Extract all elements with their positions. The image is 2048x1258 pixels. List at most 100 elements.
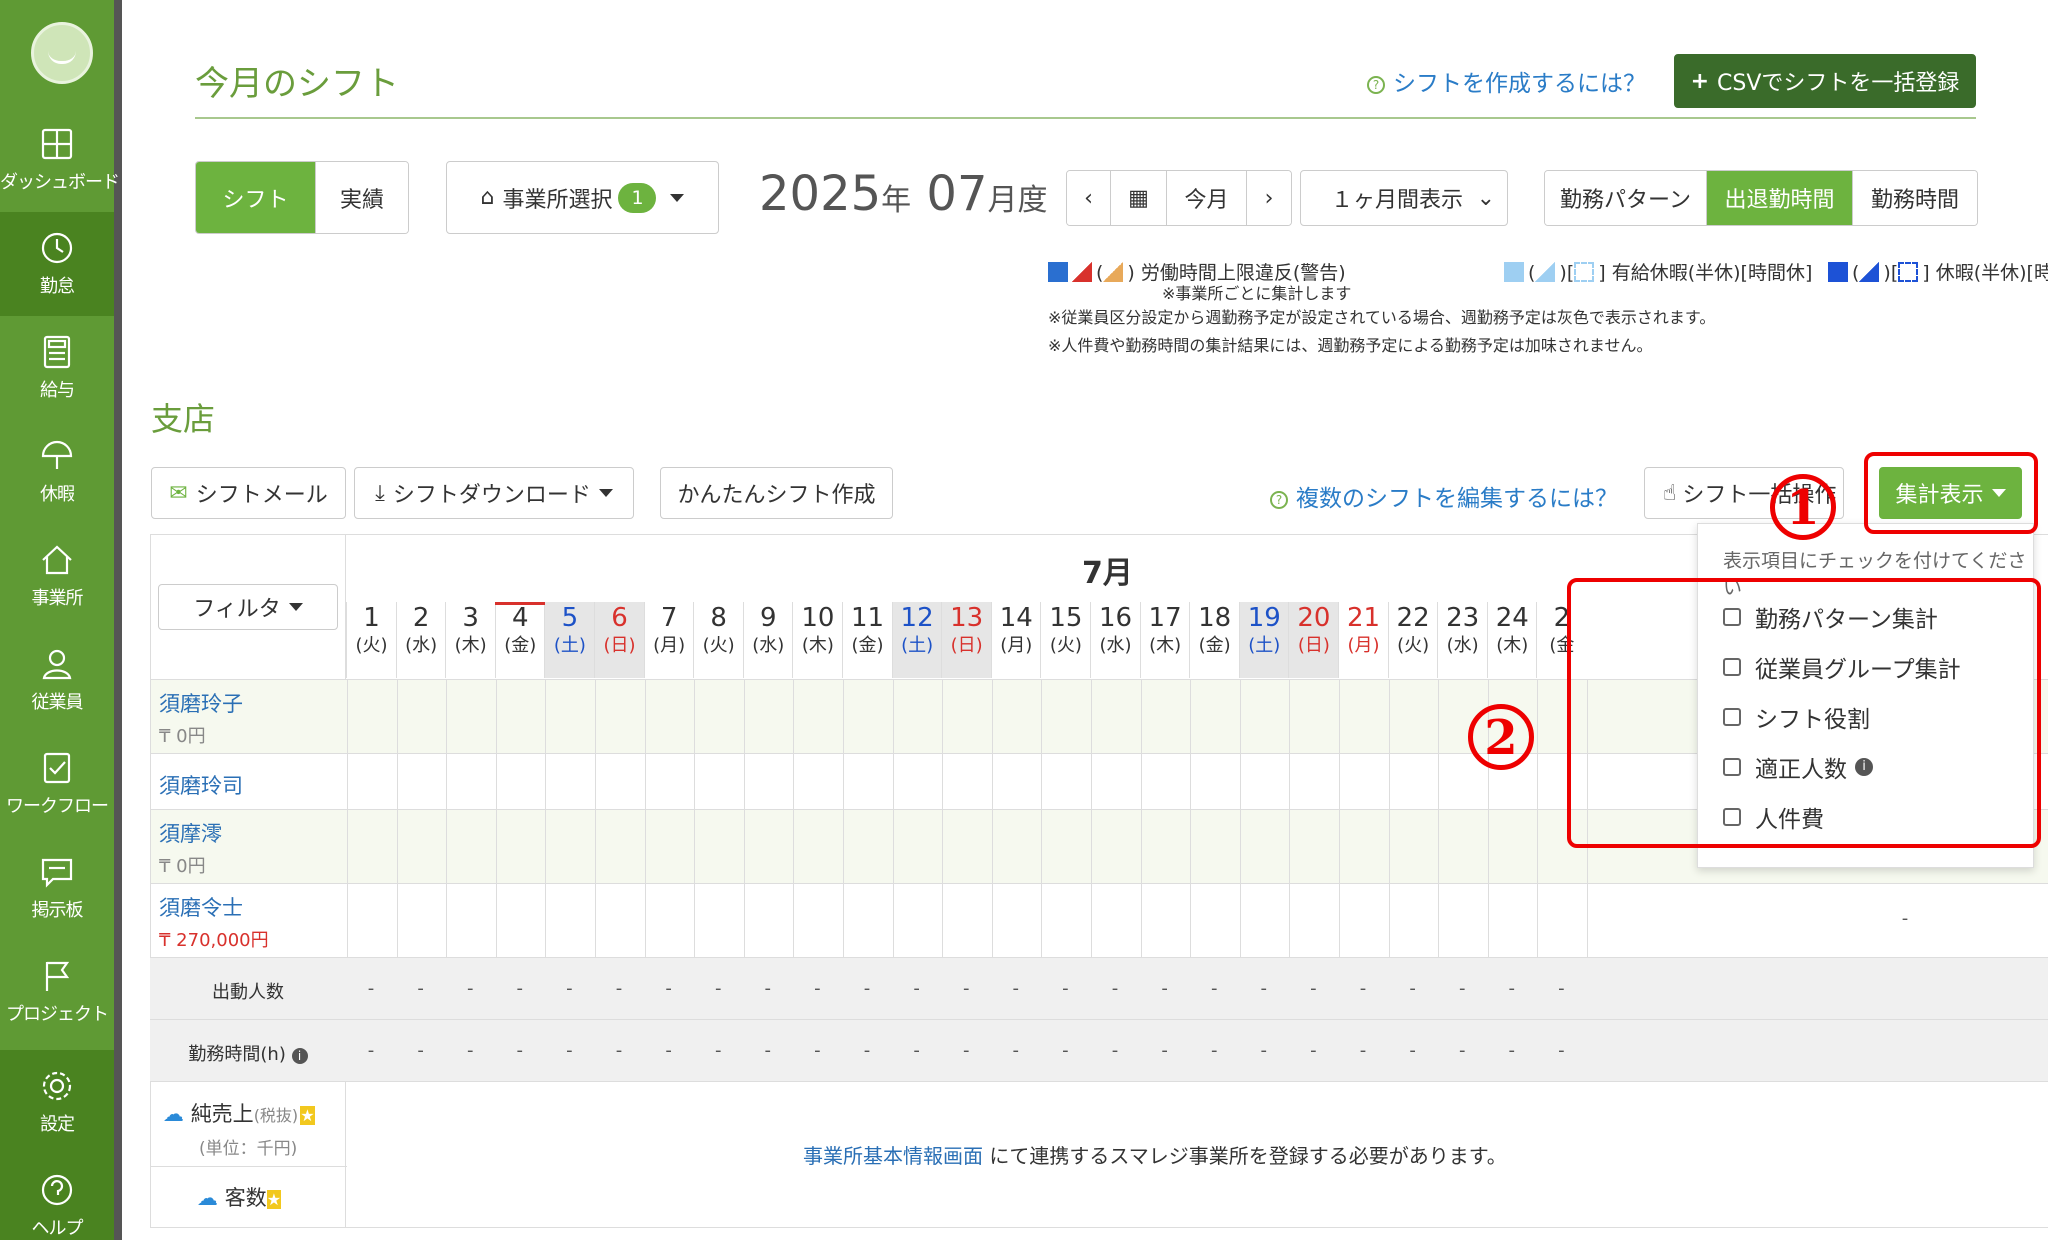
sidebar-item-office[interactable]: 事業所 bbox=[0, 524, 114, 628]
next-month-button[interactable]: › bbox=[1247, 171, 1291, 225]
day-header[interactable]: 22 (火) bbox=[1387, 602, 1438, 678]
info-icon[interactable]: i bbox=[291, 1048, 308, 1064]
csv-import-button[interactable]: + CSVでシフトを一括登録 bbox=[1674, 54, 1976, 108]
easy-shift-button[interactable]: かんたんシフト作成 bbox=[660, 467, 893, 519]
view-pattern-button[interactable]: 勤務パターン bbox=[1545, 171, 1707, 225]
day-header[interactable]: 9 (水) bbox=[742, 602, 793, 678]
day-header[interactable]: 1 (火) bbox=[346, 602, 396, 678]
this-month-button[interactable]: 今月 bbox=[1167, 171, 1247, 225]
cell-divider bbox=[694, 810, 696, 884]
day-weekday: (日) bbox=[603, 635, 636, 656]
tab-shift[interactable]: シフト bbox=[196, 162, 316, 233]
shift-actual-toggle: シフト 実績 bbox=[195, 161, 409, 234]
calendar-button[interactable]: ▦ bbox=[1111, 171, 1167, 225]
sidebar-item-project[interactable]: プロジェクト bbox=[0, 940, 114, 1044]
cell-divider bbox=[1091, 754, 1092, 810]
question-icon: ? bbox=[1270, 491, 1288, 509]
day-header[interactable]: 16 (水) bbox=[1090, 602, 1140, 678]
month-navigation: ‹ ▦ 今月 › bbox=[1066, 170, 1292, 226]
csv-button-label: CSVでシフトを一括登録 bbox=[1717, 71, 1960, 96]
annotation-2-text: 2 bbox=[1468, 704, 1534, 770]
day-header[interactable]: 5 (土) bbox=[544, 602, 595, 678]
view-inout-button[interactable]: 出退勤時間 bbox=[1707, 171, 1853, 225]
cell-divider bbox=[644, 810, 646, 884]
sidebar-item-attendance[interactable]: 勤怠 bbox=[0, 212, 114, 316]
employee-name[interactable]: 須磨令士 bbox=[159, 892, 243, 922]
sidebar-label: 休暇 bbox=[40, 484, 75, 505]
cell-divider bbox=[793, 810, 795, 884]
office-info-link[interactable]: 事業所基本情報画面 bbox=[803, 1144, 983, 1168]
day-header[interactable]: 3 (木) bbox=[445, 602, 495, 678]
warning-triangle-icon bbox=[1072, 262, 1092, 282]
sidebar-item-dashboard[interactable]: ダッシュボード bbox=[0, 108, 120, 212]
sidebar-item-payroll[interactable]: 給与 bbox=[0, 316, 114, 420]
prev-month-button[interactable]: ‹ bbox=[1067, 171, 1111, 225]
employee-name[interactable]: 須磨玲子 bbox=[159, 688, 243, 718]
employee-name[interactable]: 須摩澪 bbox=[159, 818, 222, 848]
legend-leave: ()[] 休暇(半休)[時間休] bbox=[1828, 258, 2048, 285]
day-header[interactable]: 4 (金) bbox=[494, 602, 545, 678]
cell-divider bbox=[1289, 810, 1291, 884]
app-logo[interactable] bbox=[31, 22, 93, 84]
day-header[interactable]: 18 (金) bbox=[1189, 602, 1239, 678]
employee-row[interactable]: 須磨令士 ₸ 270,000円 bbox=[150, 884, 2048, 958]
cell-divider bbox=[1140, 884, 1142, 958]
sidebar-item-employees[interactable]: 従業員 bbox=[0, 628, 114, 732]
summary-value: - bbox=[665, 1040, 672, 1061]
office-select-dropdown[interactable]: ⌂ 事業所選択 1 bbox=[446, 161, 719, 234]
day-number: 3 bbox=[462, 603, 479, 633]
caret-down-icon bbox=[598, 489, 613, 497]
period-select[interactable]: １ヶ月間表示 ⌄ bbox=[1300, 170, 1508, 226]
cell-divider bbox=[793, 754, 795, 810]
day-header[interactable]: 15 (火) bbox=[1040, 602, 1090, 678]
day-header[interactable]: 2 (水) bbox=[395, 602, 446, 678]
day-header[interactable]: 19 (土) bbox=[1238, 602, 1289, 678]
day-header[interactable]: 10 (木) bbox=[792, 602, 842, 678]
day-header[interactable]: 13 (日) bbox=[941, 602, 992, 678]
sidebar-item-workflow[interactable]: ワークフロー bbox=[0, 732, 114, 836]
day-weekday: (日) bbox=[1297, 635, 1330, 656]
day-header[interactable]: 12 (土) bbox=[891, 602, 942, 678]
tab-actual[interactable]: 実績 bbox=[316, 162, 408, 233]
sidebar-label: ダッシュボード bbox=[0, 172, 120, 193]
person-icon bbox=[39, 646, 75, 682]
multi-edit-help-link[interactable]: ? 複数のシフトを編集するには？ bbox=[1270, 479, 1618, 513]
employee-name[interactable]: 須磨玲司 bbox=[159, 770, 243, 800]
summary-value: - bbox=[367, 1040, 375, 1061]
cell-divider bbox=[545, 884, 547, 958]
caret-down-icon bbox=[288, 603, 303, 611]
view-hours-button[interactable]: 勤務時間 bbox=[1853, 171, 1977, 225]
day-header[interactable]: 6 (日) bbox=[594, 602, 644, 678]
legend-item2-label: 有給休暇(半休)[時間休] bbox=[1611, 262, 1813, 284]
day-header[interactable]: 14 (月) bbox=[990, 602, 1041, 678]
create-shift-help-link[interactable]: ? シフトを作成するには？ bbox=[1367, 64, 1646, 98]
month-value: 07 bbox=[926, 166, 988, 222]
cell-divider bbox=[396, 680, 398, 754]
day-number: 24 bbox=[1495, 603, 1529, 633]
summary-value: - bbox=[714, 1040, 722, 1061]
day-header[interactable]: 21 (月) bbox=[1338, 602, 1388, 678]
sidebar-item-settings[interactable]: 設定 bbox=[0, 1050, 114, 1154]
shift-download-button[interactable]: ⤓ シフトダウンロード bbox=[354, 467, 634, 519]
day-header[interactable]: 8 (火) bbox=[693, 602, 743, 678]
day-number: 21 bbox=[1346, 603, 1381, 633]
sidebar-item-help[interactable]: ヘルプ bbox=[0, 1154, 114, 1258]
cell-divider bbox=[1140, 754, 1142, 810]
day-header[interactable]: 17 (木) bbox=[1139, 602, 1190, 678]
view-mode-toggle: 勤務パターン 出退勤時間 勤務時間 bbox=[1544, 170, 1978, 226]
day-header[interactable]: 11 (金) bbox=[842, 602, 892, 678]
day-number: 13 bbox=[950, 603, 984, 633]
cell-divider bbox=[1438, 754, 1440, 810]
filter-button[interactable]: フィルタ bbox=[158, 584, 338, 630]
day-weekday: (金) bbox=[851, 635, 884, 656]
day-header[interactable]: 24 (木) bbox=[1486, 602, 1537, 678]
day-header[interactable]: 7 (月) bbox=[643, 602, 694, 678]
sidebar-item-leave[interactable]: 休暇 bbox=[0, 420, 114, 524]
cell-divider bbox=[396, 754, 398, 810]
sidebar-item-board[interactable]: 掲示板 bbox=[0, 836, 114, 940]
shift-mail-button[interactable]: ✉ シフトメール bbox=[151, 467, 346, 519]
summary-value: - bbox=[764, 978, 772, 999]
day-number: 18 bbox=[1198, 603, 1232, 633]
day-header[interactable]: 23 (水) bbox=[1437, 602, 1487, 678]
day-header[interactable]: 20 (日) bbox=[1288, 602, 1339, 678]
